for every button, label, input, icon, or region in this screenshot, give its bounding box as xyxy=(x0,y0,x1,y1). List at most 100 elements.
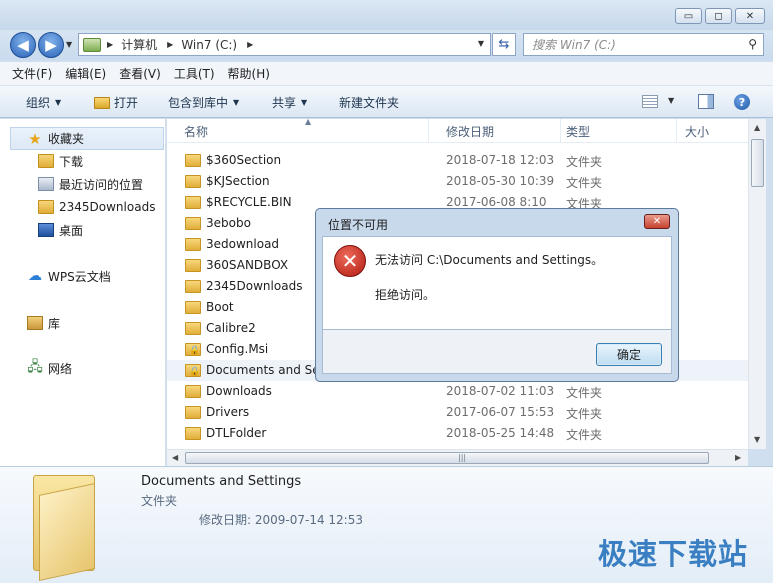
menu-help[interactable]: 帮助(H) xyxy=(228,65,270,82)
sidebar-item-label: 下载 xyxy=(59,154,84,169)
chevron-right-icon[interactable]: ▶ xyxy=(107,40,113,49)
grip-icon: ||| xyxy=(458,453,467,462)
scroll-down-icon[interactable]: ▼ xyxy=(754,435,760,444)
column-header-modified[interactable]: 修改日期 xyxy=(429,119,561,143)
file-name: 360SANDBOX xyxy=(206,258,289,272)
file-row[interactable]: Downloads 2018-07-02 11:03 文件夹 xyxy=(167,381,748,402)
chevron-down-icon: ▼ xyxy=(301,98,308,107)
menu-edit[interactable]: 编辑(E) xyxy=(65,65,106,82)
sidebar-item-label: 2345Downloads xyxy=(59,200,156,214)
column-label: 大小 xyxy=(685,124,710,139)
column-header-type[interactable]: 类型 xyxy=(561,119,677,143)
sidebar-item-downloads[interactable]: 下载 xyxy=(0,150,166,172)
watermark-logo: 极速下载站 xyxy=(598,537,749,571)
include-library-button[interactable]: 包含到库中 ▼ xyxy=(168,94,239,111)
file-name: $RECYCLE.BIN xyxy=(206,195,292,209)
menu-view[interactable]: 查看(V) xyxy=(119,65,161,82)
file-name: Documents and Se xyxy=(206,363,320,377)
dialog-close-button[interactable]: ✕ xyxy=(644,214,670,229)
maximize-button[interactable]: ◻ xyxy=(705,8,732,24)
menu-file[interactable]: 文件(F) xyxy=(12,65,52,82)
history-dropdown-icon[interactable]: ▼ xyxy=(66,40,72,49)
error-icon: ✕ xyxy=(334,245,366,277)
sidebar-item-label: 桌面 xyxy=(59,223,84,238)
folder-icon xyxy=(185,301,201,314)
scroll-up-icon[interactable]: ▲ xyxy=(754,123,760,132)
menu-tools[interactable]: 工具(T) xyxy=(174,65,215,82)
file-name: Config.Msi xyxy=(206,342,269,356)
folder-icon xyxy=(185,406,201,419)
breadcrumb: ▶ 计算机 ▶ Win7 (C:) ▶ xyxy=(107,36,261,53)
share-button[interactable]: 共享 ▼ xyxy=(272,94,307,111)
forward-button[interactable]: ▶ xyxy=(38,32,64,58)
sidebar-item-library[interactable]: 库 xyxy=(0,312,166,334)
sidebar-item-label: WPS云文档 xyxy=(48,269,111,284)
include-library-label: 包含到库中 xyxy=(168,96,229,110)
sidebar-item-favorites[interactable]: ★ 收藏夹 xyxy=(10,127,164,150)
window-controls: ▭ ◻ ✕ xyxy=(675,8,765,24)
sidebar-item-desktop[interactable]: 桌面 xyxy=(0,219,166,241)
search-input[interactable]: 搜索 Win7 (C:) ⚲ xyxy=(523,33,764,56)
dialog-detail: 拒绝访问。 xyxy=(375,288,436,302)
details-type: 文件夹 xyxy=(141,494,178,508)
library-icon xyxy=(27,316,43,330)
column-header-size[interactable]: 大小 xyxy=(677,119,748,143)
file-name: 2345Downloads xyxy=(206,279,303,293)
organize-button[interactable]: 组织 ▼ xyxy=(26,94,61,111)
new-folder-button[interactable]: 新建文件夹 xyxy=(339,94,399,111)
sidebar-item-label: 网络 xyxy=(48,361,73,376)
file-name: Boot xyxy=(206,300,234,314)
sidebar-item-network[interactable]: 🖧 网络 xyxy=(0,357,166,379)
scrollbar-thumb[interactable] xyxy=(751,139,764,187)
file-name: $KJSection xyxy=(206,174,270,188)
chevron-right-icon[interactable]: ▶ xyxy=(167,40,173,49)
details-name: Documents and Settings xyxy=(141,474,302,489)
navigation-pane: ★ 收藏夹 下载 最近访问的位置 2345Downloads 桌面 ☁ WPS云… xyxy=(0,119,166,466)
preview-pane-icon[interactable] xyxy=(698,94,714,109)
sidebar-item-wps-cloud[interactable]: ☁ WPS云文档 xyxy=(0,265,166,287)
search-placeholder: 搜索 Win7 (C:) xyxy=(532,38,616,52)
file-type: 文件夹 xyxy=(566,155,603,169)
help-icon[interactable]: ? xyxy=(734,94,750,110)
sidebar-item-recent-places[interactable]: 最近访问的位置 xyxy=(0,173,166,195)
chevron-right-icon[interactable]: ▶ xyxy=(247,40,253,49)
chevron-down-icon[interactable]: ▼ xyxy=(668,96,674,105)
vertical-scrollbar[interactable]: ▲ ▼ xyxy=(748,119,766,449)
scrollbar-thumb[interactable]: ||| xyxy=(185,452,709,464)
file-date: 2018-05-30 10:39 xyxy=(446,174,555,188)
back-button[interactable]: ◀ xyxy=(10,32,36,58)
download-folder-icon xyxy=(38,154,54,168)
breadcrumb-computer[interactable]: 计算机 xyxy=(121,36,157,53)
horizontal-scrollbar[interactable]: ◀ ||| ▶ xyxy=(167,449,748,466)
details-modified: 修改日期: 2009-07-14 12:53 xyxy=(199,513,363,527)
file-row[interactable]: $360Section 2018-07-18 12:03 文件夹 xyxy=(167,150,748,171)
breadcrumb-drive[interactable]: Win7 (C:) xyxy=(181,38,237,52)
scroll-right-icon[interactable]: ▶ xyxy=(735,453,741,462)
sidebar-item-label: 库 xyxy=(48,316,61,331)
folder-icon xyxy=(185,280,201,293)
folder-icon xyxy=(185,154,201,167)
search-icon[interactable]: ⚲ xyxy=(748,37,757,51)
open-button[interactable]: 打开 xyxy=(94,94,138,111)
file-row[interactable]: $KJSection 2018-05-30 10:39 文件夹 xyxy=(167,171,748,192)
file-name: 3ebobo xyxy=(206,216,251,230)
column-header-name[interactable]: 名称 ▲ xyxy=(167,119,429,143)
sidebar-item-2345downloads[interactable]: 2345Downloads xyxy=(0,196,166,218)
view-options-icon[interactable] xyxy=(642,95,658,108)
file-name: Calibre2 xyxy=(206,321,256,335)
close-window-button[interactable]: ✕ xyxy=(735,8,765,24)
scroll-left-icon[interactable]: ◀ xyxy=(172,453,178,462)
minimize-button[interactable]: ▭ xyxy=(675,8,702,24)
ok-button[interactable]: 确定 xyxy=(596,343,662,366)
file-type: 文件夹 xyxy=(566,386,603,400)
file-row[interactable]: DTLFolder 2018-05-25 14:48 文件夹 xyxy=(167,423,748,444)
address-bar[interactable]: ▶ 计算机 ▶ Win7 (C:) ▶ ▼ xyxy=(78,33,491,56)
folder-icon xyxy=(185,175,201,188)
file-type: 文件夹 xyxy=(566,176,603,190)
refresh-button[interactable]: ⇆ xyxy=(492,33,516,56)
folder-icon xyxy=(185,385,201,398)
address-dropdown-icon[interactable]: ▼ xyxy=(478,39,484,48)
column-headers: 名称 ▲ 修改日期 类型 大小 xyxy=(167,119,748,143)
file-date: 2018-07-02 11:03 xyxy=(446,384,555,398)
file-row[interactable]: Drivers 2017-06-07 15:53 文件夹 xyxy=(167,402,748,423)
